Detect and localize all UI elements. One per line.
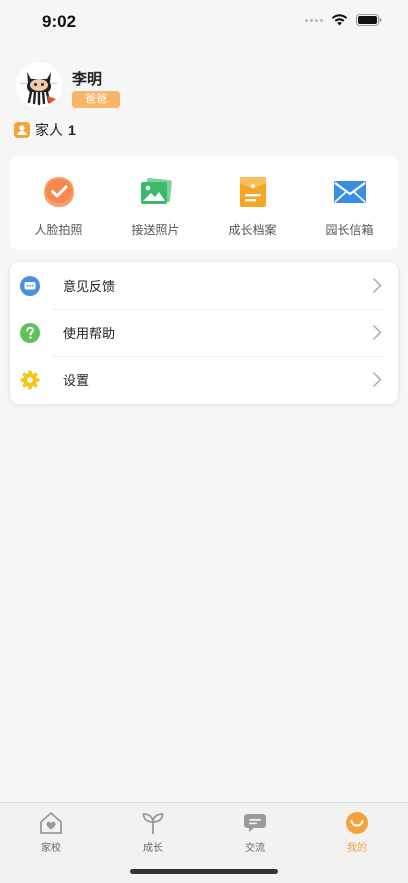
signal-icon	[305, 18, 323, 22]
battery-icon	[356, 14, 382, 26]
help-icon	[20, 322, 40, 343]
pickup-photo-icon	[140, 178, 172, 204]
quick-actions-card: 人脸拍照 接送照片 成长档案 园长信箱	[10, 156, 398, 250]
quick-item-label: 接送照片	[131, 223, 180, 237]
quick-item-pickup-photo[interactable]: 接送照片	[107, 156, 204, 250]
profile-header[interactable]: 李明 爸爸	[16, 62, 396, 112]
family-count: 1	[68, 122, 76, 138]
family-count-row[interactable]: 家人 1	[14, 120, 76, 140]
menu-item-help[interactable]: 使用帮助	[10, 309, 398, 356]
smile-icon	[346, 812, 368, 834]
menu-item-label: 设置	[63, 373, 90, 388]
status-time: 9:02	[42, 12, 77, 31]
tab-label: 我的	[347, 843, 367, 854]
feedback-icon	[20, 275, 40, 296]
quick-item-label: 成长档案	[228, 223, 277, 237]
tab-label: 成长	[143, 843, 163, 854]
quick-item-label: 人脸拍照	[34, 223, 83, 237]
menu-item-settings[interactable]: 设置	[10, 356, 398, 403]
app-screen: 9:02 李明 爸爸 家人 1 人脸拍照 接送照片 成长档案 园长信箱 意见反馈…	[0, 0, 408, 883]
quick-item-face-photo[interactable]: 人脸拍照	[10, 156, 107, 250]
menu-item-feedback[interactable]: 意见反馈	[10, 262, 398, 309]
home-school-icon	[40, 812, 62, 834]
menu-card: 意见反馈 使用帮助 设置	[10, 262, 398, 404]
tab-mine[interactable]: 我的	[306, 803, 408, 883]
avatar[interactable]	[16, 62, 62, 108]
status-icons	[305, 14, 382, 26]
user-name: 李明	[72, 71, 103, 88]
growth-file-icon	[239, 177, 266, 207]
quick-item-growth-file[interactable]: 成长档案	[204, 156, 301, 250]
role-badge: 爸爸	[72, 91, 120, 108]
tab-label: 家校	[41, 843, 61, 854]
face-photo-icon	[43, 177, 74, 207]
family-icon	[14, 122, 30, 138]
quick-item-label: 园长信箱	[325, 223, 374, 237]
chevron-right-icon	[372, 324, 382, 341]
family-label: 家人	[35, 122, 63, 138]
wifi-icon	[331, 14, 348, 26]
menu-item-label: 意见反馈	[63, 279, 116, 294]
tab-home-school[interactable]: 家校	[0, 803, 102, 883]
chevron-right-icon	[372, 371, 382, 388]
chevron-right-icon	[372, 277, 382, 294]
sprout-icon	[142, 813, 164, 834]
mailbox-icon	[333, 181, 366, 203]
quick-item-mailbox[interactable]: 园长信箱	[301, 156, 398, 250]
status-bar: 9:02	[0, 0, 408, 46]
settings-icon	[20, 370, 40, 389]
menu-item-label: 使用帮助	[63, 326, 116, 341]
home-indicator	[130, 869, 278, 874]
tab-label: 交流	[245, 843, 265, 854]
chat-icon	[244, 814, 266, 832]
